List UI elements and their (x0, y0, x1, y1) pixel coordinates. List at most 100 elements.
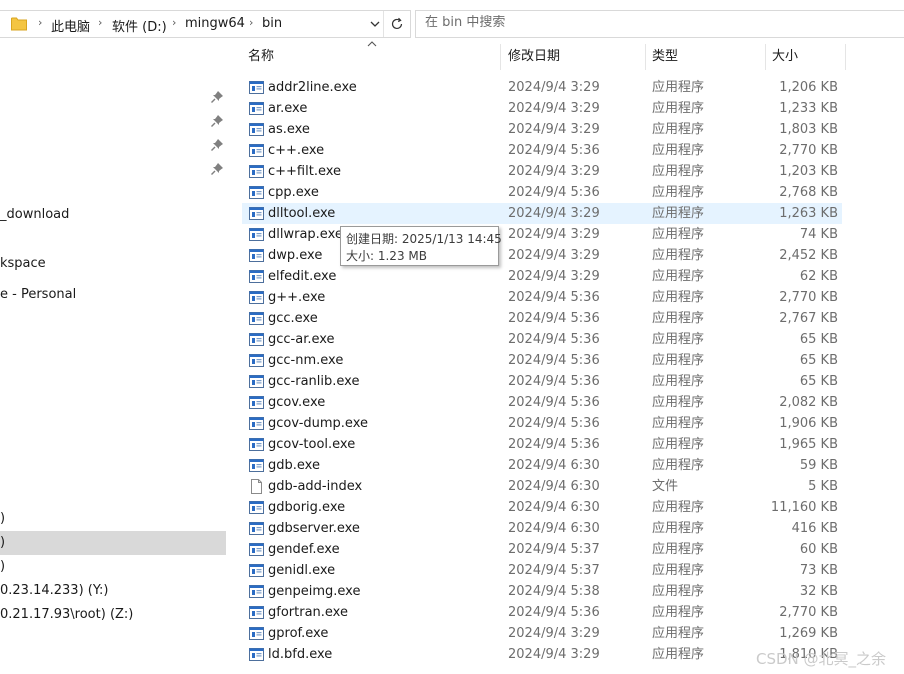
file-row[interactable]: cpp.exe 2024/9/4 5:36 应用程序 2,768 KB (242, 182, 842, 203)
file-name: addr2line.exe (268, 80, 357, 95)
file-size: 65 KB (799, 332, 838, 347)
file-row[interactable]: g++.exe 2024/9/4 5:36 应用程序 2,770 KB (242, 287, 842, 308)
file-type: 应用程序 (652, 605, 705, 620)
nav-item-network-drive-z[interactable]: 0.21.17.93\root) (Z:) (0, 603, 226, 627)
file-name: gprof.exe (268, 626, 329, 641)
nav-item-label: ) (0, 559, 6, 574)
file-row[interactable]: gcc-ranlib.exe 2024/9/4 5:36 应用程序 65 KB (242, 371, 842, 392)
file-type: 应用程序 (652, 395, 705, 410)
file-row[interactable]: gdb.exe 2024/9/4 6:30 应用程序 59 KB (242, 455, 842, 476)
file-row[interactable]: gendef.exe 2024/9/4 5:37 应用程序 60 KB (242, 539, 842, 560)
file-row[interactable]: gcov.exe 2024/9/4 5:36 应用程序 2,082 KB (242, 392, 842, 413)
nav-item-label: kspace (0, 256, 46, 271)
file-row[interactable]: gcov-tool.exe 2024/9/4 5:36 应用程序 1,965 KB (242, 434, 842, 455)
file-modified-date: 2024/9/4 5:36 (508, 437, 600, 452)
pin-icon[interactable] (210, 90, 224, 104)
file-name: gcc-ranlib.exe (268, 374, 360, 389)
breadcrumb-separator: › (172, 16, 177, 29)
file-row[interactable]: genidl.exe 2024/9/4 5:37 应用程序 73 KB (242, 560, 842, 581)
exe-icon (249, 647, 264, 662)
file-row[interactable]: gdb-add-index 2024/9/4 6:30 文件 5 KB (242, 476, 842, 497)
file-row[interactable]: gcc-nm.exe 2024/9/4 5:36 应用程序 65 KB (242, 350, 842, 371)
exe-icon (249, 80, 264, 95)
exe-icon (249, 458, 264, 473)
file-row[interactable]: gprof.exe 2024/9/4 3:29 应用程序 1,269 KB (242, 623, 842, 644)
file-row[interactable]: gdbserver.exe 2024/9/4 6:30 应用程序 416 KB (242, 518, 842, 539)
breadcrumb-drive-d[interactable]: 软件 (D:) (112, 16, 167, 35)
file-size: 2,767 KB (779, 311, 838, 326)
file-modified-date: 2024/9/4 3:29 (508, 164, 600, 179)
file-type: 应用程序 (652, 374, 705, 389)
column-header-size[interactable]: 大小 (772, 44, 798, 70)
column-divider[interactable] (845, 44, 846, 70)
nav-item-drive[interactable]: ) (0, 555, 226, 579)
file-row[interactable]: dllwrap.exe 2024/9/4 3:29 应用程序 74 KB (242, 224, 842, 245)
nav-item-label: _download (0, 207, 70, 222)
file-row[interactable]: gcov-dump.exe 2024/9/4 5:36 应用程序 1,906 KB (242, 413, 842, 434)
search-box[interactable] (415, 10, 904, 38)
breadcrumb-this-pc[interactable]: 此电脑 (51, 16, 90, 35)
file-row[interactable]: ar.exe 2024/9/4 3:29 应用程序 1,233 KB (242, 98, 842, 119)
pin-icon[interactable] (210, 138, 224, 152)
file-type: 应用程序 (652, 101, 705, 116)
file-row[interactable]: gcc-ar.exe 2024/9/4 5:36 应用程序 65 KB (242, 329, 842, 350)
file-row[interactable]: c++filt.exe 2024/9/4 3:29 应用程序 1,203 KB (242, 161, 842, 182)
file-row[interactable]: genpeimg.exe 2024/9/4 5:38 应用程序 32 KB (242, 581, 842, 602)
file-row[interactable]: ld.bfd.exe 2024/9/4 3:29 应用程序 1,810 KB (242, 644, 842, 665)
file-name: dlltool.exe (268, 206, 336, 221)
file-row[interactable]: gfortran.exe 2024/9/4 5:36 应用程序 2,770 KB (242, 602, 842, 623)
file-icon (249, 479, 264, 494)
nav-item-drive-selected[interactable]: ) (0, 531, 226, 555)
nav-item-network-drive-y[interactable]: 0.23.14.233) (Y:) (0, 579, 226, 603)
column-header-type[interactable]: 类型 (652, 44, 678, 70)
refresh-button[interactable] (383, 11, 411, 37)
file-row[interactable]: dlltool.exe 2024/9/4 3:29 应用程序 1,263 KB (242, 203, 842, 224)
file-name: gdb.exe (268, 458, 320, 473)
file-modified-date: 2024/9/4 6:30 (508, 500, 600, 515)
nav-item-workspace[interactable]: kspace (0, 252, 226, 276)
chevron-down-icon[interactable] (368, 17, 382, 31)
file-row[interactable]: as.exe 2024/9/4 3:29 应用程序 1,803 KB (242, 119, 842, 140)
file-name: gdborig.exe (268, 500, 346, 515)
file-modified-date: 2024/9/4 3:29 (508, 269, 600, 284)
file-size: 2,770 KB (779, 290, 838, 305)
file-type: 应用程序 (652, 584, 705, 599)
column-header-name[interactable]: 名称 (248, 44, 274, 70)
file-row[interactable]: dwp.exe 2024/9/4 3:29 应用程序 2,452 KB (242, 245, 842, 266)
watermark: CSDN @北冥_之余 (756, 650, 887, 668)
file-row[interactable]: elfedit.exe 2024/9/4 3:29 应用程序 62 KB (242, 266, 842, 287)
file-name: gendef.exe (268, 542, 340, 557)
file-row[interactable]: gcc.exe 2024/9/4 5:36 应用程序 2,767 KB (242, 308, 842, 329)
file-size: 1,965 KB (779, 437, 838, 452)
nav-item-onedrive-personal[interactable]: e - Personal (0, 283, 226, 307)
file-row[interactable]: c++.exe 2024/9/4 5:36 应用程序 2,770 KB (242, 140, 842, 161)
nav-item-label: ) (0, 535, 6, 550)
file-size: 74 KB (799, 227, 838, 242)
breadcrumb-separator: › (98, 16, 103, 29)
exe-icon (249, 122, 264, 137)
breadcrumb-mingw64[interactable]: mingw64 (185, 16, 245, 31)
file-size: 32 KB (799, 584, 838, 599)
address-bar[interactable]: › 此电脑 › 软件 (D:) › mingw64 › bin (0, 10, 411, 38)
exe-icon (249, 437, 264, 452)
file-size: 65 KB (799, 374, 838, 389)
nav-item-download[interactable]: _download (0, 203, 226, 227)
file-name: genpeimg.exe (268, 584, 361, 599)
file-row[interactable]: addr2line.exe 2024/9/4 3:29 应用程序 1,206 KB (242, 77, 842, 98)
breadcrumb-bin[interactable]: bin (262, 16, 282, 31)
nav-item-drive[interactable]: ) (0, 507, 226, 531)
file-modified-date: 2024/9/4 5:36 (508, 290, 600, 305)
column-divider[interactable] (765, 44, 766, 70)
pin-icon[interactable] (210, 114, 224, 128)
file-type: 应用程序 (652, 164, 705, 179)
column-divider[interactable] (500, 44, 501, 70)
search-input[interactable] (425, 15, 885, 30)
file-modified-date: 2024/9/4 3:29 (508, 248, 600, 263)
pin-icon[interactable] (210, 162, 224, 176)
file-type: 应用程序 (652, 269, 705, 284)
file-row[interactable]: gdborig.exe 2024/9/4 6:30 应用程序 11,160 KB (242, 497, 842, 518)
column-header-date[interactable]: 修改日期 (508, 44, 560, 70)
exe-icon (249, 521, 264, 536)
column-divider[interactable] (645, 44, 646, 70)
breadcrumb-separator: › (249, 16, 254, 29)
